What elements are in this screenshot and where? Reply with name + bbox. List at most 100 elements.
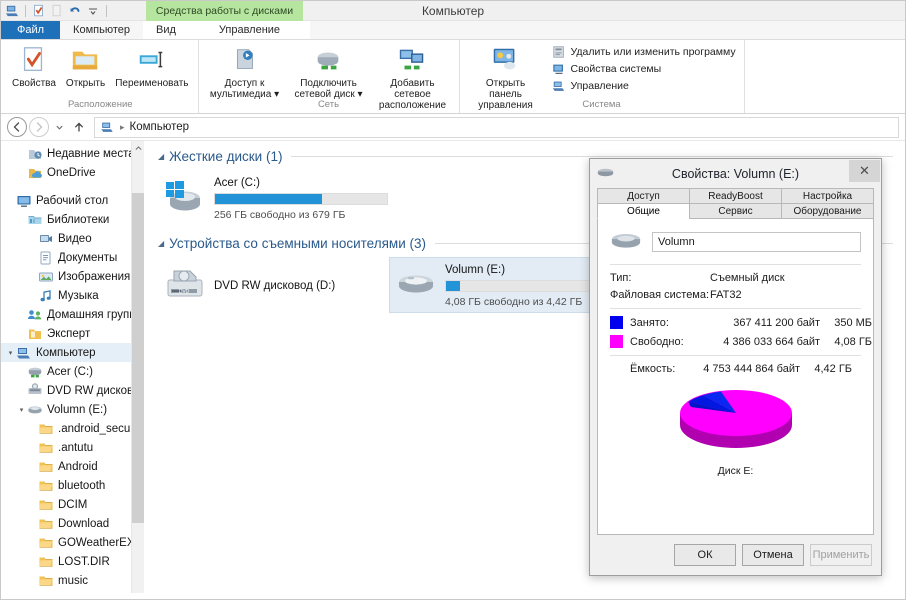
sidebar-item-dcim[interactable]: DCIM xyxy=(1,495,144,514)
sidebar-item-android-secure[interactable]: .android_secure xyxy=(1,419,144,438)
usage-bytes: 367 411 200 байт xyxy=(733,316,820,329)
removable-drive-large-icon xyxy=(610,229,642,255)
tab-view[interactable]: Вид xyxy=(142,21,189,39)
tab-file[interactable]: Файл xyxy=(1,21,61,39)
back-button[interactable] xyxy=(7,117,27,137)
sidebar-item-[interactable]: Библиотеки xyxy=(1,210,144,229)
dialog-tab--[interactable]: Настройка xyxy=(781,188,874,204)
sidebar-item-bluetooth[interactable]: bluetooth xyxy=(1,476,144,495)
sidebar-item-[interactable]: Изображения xyxy=(1,267,144,286)
tab-manage[interactable]: Управление xyxy=(188,21,311,39)
tab-computer[interactable]: Компьютер xyxy=(60,21,143,39)
computer-breadcrumb-icon xyxy=(100,120,115,134)
map-network-drive-button[interactable]: Подключить сетевой диск ▾ xyxy=(287,43,371,100)
undo-icon[interactable] xyxy=(67,3,83,19)
sidebar-item-dvd-rw[interactable]: DVD RW дисковод ( xyxy=(1,381,144,400)
dialog-tab--[interactable]: Оборудование xyxy=(781,203,874,219)
group-rule xyxy=(291,156,893,157)
sidebar-item-label: Видео xyxy=(58,232,92,245)
history-dropdown-icon[interactable] xyxy=(51,117,67,137)
volume-name-row: Volumn xyxy=(610,229,861,255)
sidebar-item-[interactable]: Домашняя группа xyxy=(1,305,144,324)
sidebar-scrollbar[interactable] xyxy=(131,141,144,593)
drive-tile[interactable]: DVD DVD RW дисковод (D:) xyxy=(158,257,389,313)
sidebar-item-music[interactable]: music xyxy=(1,571,144,590)
ribbon-button-label: Открыть xyxy=(65,78,106,89)
customize-dropdown-icon[interactable] xyxy=(85,3,101,19)
divider xyxy=(610,355,861,356)
dialog-tab-readyboost[interactable]: ReadyBoost xyxy=(689,188,781,204)
scrollbar-thumb[interactable] xyxy=(132,193,144,523)
sidebar-item-volumn-e[interactable]: ▾ Volumn (E:) xyxy=(1,400,144,419)
rename-button[interactable]: Переименовать xyxy=(110,43,193,89)
divider xyxy=(610,264,861,265)
media-access-button[interactable]: Доступ к мультимедиа ▾ xyxy=(203,43,287,100)
sidebar-item-label: Изображения xyxy=(58,270,131,283)
dialog-tab--[interactable]: Общие xyxy=(597,203,689,219)
add-network-location-icon xyxy=(397,45,429,75)
dialog-button-ok[interactable]: ОК xyxy=(674,544,736,566)
sidebar-item-label: DCIM xyxy=(58,498,88,511)
sidebar-item-[interactable]: Видео xyxy=(1,229,144,248)
pictures-library-icon xyxy=(38,269,54,285)
drive-tile[interactable]: Acer (C:) 256 ГБ свободно из 679 ГБ xyxy=(158,170,389,226)
sidebar-item-[interactable]: Музыка xyxy=(1,286,144,305)
collapse-triangle-icon[interactable]: ◢ xyxy=(158,152,164,161)
breadcrumb[interactable]: Компьютер xyxy=(130,121,190,133)
sidebar-item-download[interactable]: Download xyxy=(1,514,144,533)
sidebar-item-lost-dir[interactable]: LOST.DIR xyxy=(1,552,144,571)
system-action-list: Удалить или изменить программу Свойства … xyxy=(548,43,740,95)
sidebar-item-label: Android xyxy=(58,460,98,473)
sidebar-item-[interactable]: Рабочий стол xyxy=(1,191,144,210)
scroll-up-icon[interactable] xyxy=(132,141,144,155)
folder-icon xyxy=(38,592,54,594)
sidebar-item-goweatherex[interactable]: GOWeatherEX xyxy=(1,533,144,552)
documents-library-icon xyxy=(38,250,54,266)
capacity-label: Ёмкость: xyxy=(630,363,676,375)
sidebar-item-antutu[interactable]: .antutu xyxy=(1,438,144,457)
sidebar-item-label: Документы xyxy=(58,251,118,264)
dialog-buttons: ОК Отмена Применить xyxy=(590,535,881,575)
uninstall-program-item[interactable]: Удалить или изменить программу xyxy=(552,45,736,59)
capacity-row: Ёмкость: 4 753 444 864 байт 4,42 ГБ xyxy=(610,363,861,375)
ribbon: Свойства Открыть Переименовать Расположе… xyxy=(1,40,905,114)
collapse-triangle-icon[interactable]: ◢ xyxy=(158,239,164,248)
group-title: Жесткие диски (1) xyxy=(169,149,283,164)
chevron-icon[interactable]: ▾ xyxy=(5,349,16,357)
forward-button[interactable] xyxy=(29,117,49,137)
open-button[interactable]: Открыть xyxy=(61,43,110,89)
dvd-drive-large-icon: DVD xyxy=(164,265,206,305)
sidebar-item-[interactable]: ▾ Компьютер xyxy=(1,343,144,362)
sidebar-item-label: GOWeatherEX xyxy=(58,536,135,549)
info-key: Тип: xyxy=(610,272,632,284)
drive-tile[interactable]: Volumn (E:) 4,08 ГБ свободно из 4,42 ГБ xyxy=(389,257,620,313)
properties-icon[interactable] xyxy=(31,3,47,19)
sidebar-item-acer-c[interactable]: Acer (C:) xyxy=(1,362,144,381)
chevron-icon[interactable]: ▾ xyxy=(16,406,27,414)
system-properties-item[interactable]: Свойства системы xyxy=(552,62,736,76)
dvd-drive-icon xyxy=(27,382,43,399)
dialog-button-apply: Применить xyxy=(810,544,872,566)
volume-label-input[interactable]: Volumn xyxy=(652,232,861,252)
close-icon[interactable]: ✕ xyxy=(849,160,880,182)
computer-icon[interactable] xyxy=(4,3,20,19)
sidebar-item-[interactable]: Эксперт xyxy=(1,324,144,343)
manage-item[interactable]: Управление xyxy=(552,79,736,93)
dialog-button-cancel[interactable]: Отмена xyxy=(742,544,804,566)
dialog-tab--[interactable]: Доступ xyxy=(597,188,689,204)
sidebar-item-[interactable]: Документы xyxy=(1,248,144,267)
info-value: Съемный диск xyxy=(710,272,785,284)
properties-button[interactable]: Свойства xyxy=(7,43,61,89)
quick-access-toolbar xyxy=(1,1,110,21)
sidebar-item-photo[interactable]: photo xyxy=(1,590,144,593)
sidebar-item-label: Acer (C:) xyxy=(47,365,93,378)
address-field[interactable]: ▸ Компьютер xyxy=(94,116,899,138)
sidebar-item-onedrive[interactable]: OneDrive xyxy=(1,163,144,182)
sidebar-item-android[interactable]: Android xyxy=(1,457,144,476)
up-button[interactable] xyxy=(69,117,89,137)
dialog-tab--[interactable]: Сервис xyxy=(689,203,781,219)
sidebar-item-[interactable]: Недавние места xyxy=(1,144,144,163)
group-title: Устройства со съемными носителями (3) xyxy=(169,236,427,251)
sidebar-item-label: Рабочий стол xyxy=(36,194,109,207)
general-tab-panel: Volumn Тип: Съемный диск Файловая система:… xyxy=(597,219,874,535)
